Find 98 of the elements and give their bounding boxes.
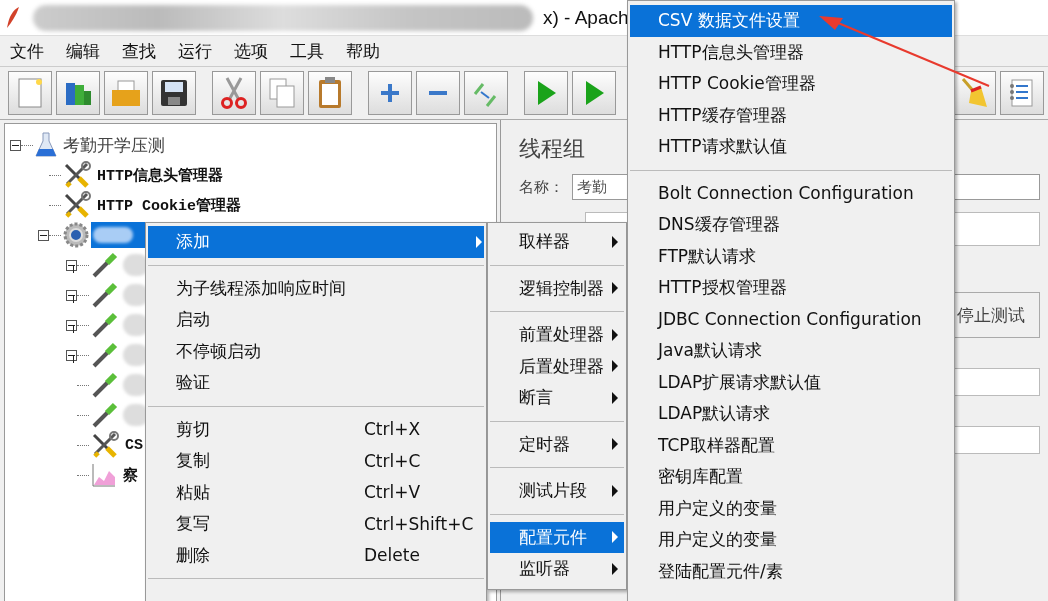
tree-item[interactable]: HTTP信息头管理器 [97, 165, 223, 185]
menu-item[interactable]: CSV 数据文件设置 [630, 5, 952, 37]
paste-button[interactable] [308, 71, 352, 115]
flask-icon [35, 132, 57, 158]
menu-item[interactable]: JDBC Connection Configuration [630, 303, 952, 335]
menu-item[interactable]: 剪切 Ctrl+X [148, 413, 484, 445]
start-button[interactable] [524, 71, 568, 115]
menu-title[interactable]: 查找 [122, 39, 156, 63]
menu-item[interactable]: 用户定义的变量 [630, 524, 952, 556]
tree-item[interactable]: CS [125, 436, 143, 454]
menu-item[interactable]: TCP取样器配置 [630, 429, 952, 461]
expand-toggle[interactable] [66, 289, 77, 301]
menu-item[interactable]: FTP默认请求 [630, 240, 952, 272]
menu-item[interactable]: Bolt Connection Configuration [630, 177, 952, 209]
shortcut-label: Ctrl+C [364, 450, 421, 471]
expand-icon [378, 81, 402, 105]
copy-icon [267, 77, 297, 109]
pipette-icon [91, 281, 119, 309]
clear-icon [959, 77, 989, 109]
shortcut-label: Ctrl+V [364, 482, 421, 503]
pipette-icon [91, 311, 119, 339]
menu-item[interactable]: 监听器 [490, 553, 624, 585]
menu-item[interactable]: 添加 [148, 226, 484, 258]
log-button[interactable] [1000, 71, 1044, 115]
new-button[interactable] [8, 71, 52, 115]
start-no-pause-button[interactable] [572, 71, 616, 115]
expand-toggle[interactable] [66, 319, 77, 331]
paste-icon [316, 76, 344, 110]
menu-item[interactable]: 密钥库配置 [630, 461, 952, 493]
menu-item[interactable]: 测试片段 [490, 475, 624, 507]
menu-item[interactable]: HTTP请求默认值 [630, 131, 952, 163]
window-title: x) - Apach [543, 6, 629, 29]
collapse-button[interactable] [416, 71, 460, 115]
menu-item[interactable]: 粘贴 Ctrl+V [148, 476, 484, 508]
menu-item[interactable]: 验证 [148, 367, 484, 399]
menu-title[interactable]: 编辑 [66, 39, 100, 63]
pipette-icon [91, 401, 119, 429]
field-label: 名称： [519, 177, 564, 197]
menu-item[interactable]: 定时器 [490, 428, 624, 460]
shortcut-label: Ctrl+X [364, 419, 421, 440]
feather-icon [5, 5, 21, 30]
menu-title[interactable]: 选项 [234, 39, 268, 63]
menu-item[interactable]: 取样器 [490, 226, 624, 258]
collapse-icon [429, 91, 447, 95]
menu-item[interactable]: HTTP缓存管理器 [630, 99, 952, 131]
menu-title[interactable]: 运行 [178, 39, 212, 63]
menu-item[interactable]: 配置元件 [490, 521, 624, 553]
menu-item[interactable]: 复写 Ctrl+Shift+C [148, 508, 484, 540]
menu-title[interactable]: 帮助 [346, 39, 380, 63]
menu-item[interactable]: LDAP默认请求 [630, 398, 952, 430]
shortcut-label: Ctrl+Shift+C [364, 513, 474, 534]
panel-title: 线程组 [519, 135, 585, 163]
menu-item[interactable]: HTTP信息头管理器 [630, 36, 952, 68]
expand-toggle[interactable] [66, 349, 77, 361]
binders-button[interactable] [56, 71, 100, 115]
pipette-icon [91, 341, 119, 369]
menu-item[interactable]: 后置处理器 [490, 350, 624, 382]
menu-item[interactable]: 删除 Delete [148, 539, 484, 571]
menu-item[interactable]: HTTP Cookie管理器 [630, 68, 952, 100]
menu-item[interactable]: 复制 Ctrl+C [148, 445, 484, 477]
menu-item[interactable]: 启动 [148, 304, 484, 336]
chart-icon [91, 462, 117, 488]
menu-title[interactable]: 工具 [290, 39, 324, 63]
wrench-screwdriver-icon [63, 161, 91, 189]
menu-item[interactable]: 前置处理器 [490, 319, 624, 351]
gear-icon [63, 222, 89, 248]
menu-item[interactable]: 不停顿启动 [148, 335, 484, 367]
cut-button[interactable] [212, 71, 256, 115]
menu-title[interactable]: 文件 [10, 39, 44, 63]
pipette-icon [91, 371, 119, 399]
toggle-button[interactable] [464, 71, 508, 115]
wrench-screwdriver-icon [91, 431, 119, 459]
collapse-toggle[interactable] [10, 139, 21, 151]
collapse-toggle[interactable] [38, 229, 49, 241]
pipette-icon [91, 251, 119, 279]
menu-item[interactable]: DNS缓存管理器 [630, 209, 952, 241]
menu-item[interactable]: Java默认请求 [630, 335, 952, 367]
tree-item[interactable]: 考勤开学压测 [63, 133, 165, 157]
save-button[interactable] [152, 71, 196, 115]
open-icon [110, 78, 142, 108]
menu-item[interactable]: 为子线程添加响应时间 [148, 272, 484, 304]
menu-item[interactable]: LDAP扩展请求默认值 [630, 366, 952, 398]
radio-label: 停止测试 [957, 303, 1025, 327]
wrench-screwdriver-icon [63, 191, 91, 219]
tree-item[interactable]: 察 [123, 465, 138, 485]
menu-item[interactable]: HTTP授权管理器 [630, 272, 952, 304]
menu-item[interactable]: 逻辑控制器 [490, 272, 624, 304]
expand-button[interactable] [368, 71, 412, 115]
cut-icon [219, 76, 249, 110]
menu-item[interactable]: 断言 [490, 382, 624, 414]
shortcut-label: Delete [364, 545, 420, 566]
copy-button[interactable] [260, 71, 304, 115]
menu-item[interactable]: 登陆配置元件/素 [630, 555, 952, 587]
save-icon [159, 78, 189, 108]
new-icon [16, 77, 44, 109]
menu-item[interactable]: 用户定义的变量 [630, 492, 952, 524]
expand-toggle[interactable] [66, 259, 77, 271]
tree-item[interactable]: HTTP Cookie管理器 [97, 195, 242, 215]
